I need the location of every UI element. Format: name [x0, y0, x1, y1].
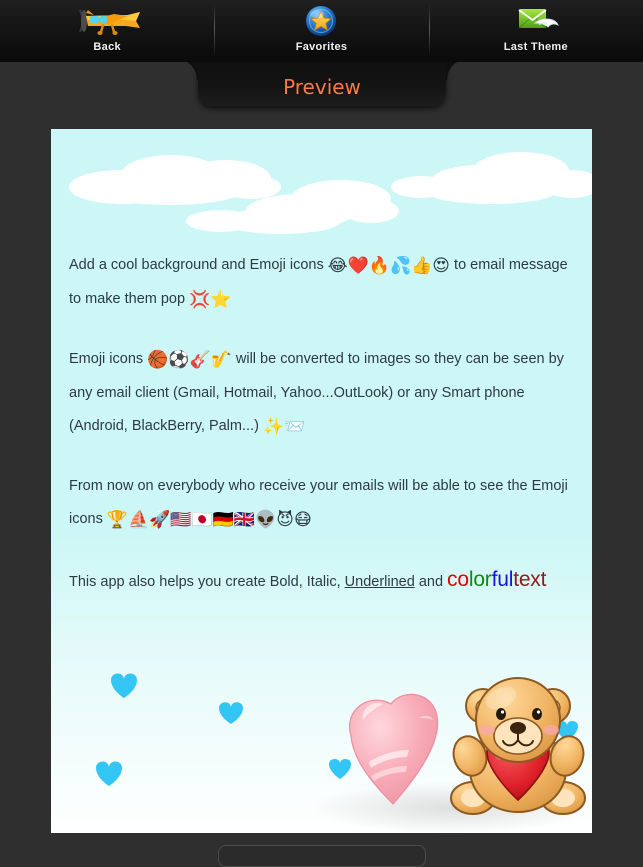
colorful-letter-6: u	[497, 568, 508, 591]
toolbar-item-back[interactable]: Back	[0, 0, 214, 62]
paragraph-4-prefix: This app also helps you create Bold, Ita…	[69, 574, 345, 590]
airplane-icon	[70, 3, 144, 39]
teddy-bear-artwork	[51, 658, 592, 833]
toolbar-item-favorites[interactable]: Favorites	[214, 0, 428, 62]
winged-envelope-icon	[511, 3, 561, 39]
message-paragraph-4: This app also helps you create Bold, Ita…	[69, 563, 574, 599]
toolbar-label-last-theme: Last Theme	[504, 41, 568, 53]
tab-bar: Preview	[0, 62, 643, 110]
colorful-letter-1: o	[457, 568, 468, 591]
bottom-action-bar[interactable]	[218, 845, 426, 867]
email-preview-panel[interactable]: Add a cool background and Emoji icons 😂❤…	[51, 129, 592, 833]
tab-preview[interactable]: Preview	[198, 58, 446, 106]
star-badge-icon	[304, 3, 338, 39]
clouds-decoration	[51, 129, 592, 239]
message-paragraph-2: Emoji icons 🏀⚽🎸🎷 will be converted to im…	[69, 343, 574, 444]
toolbar-label-back: Back	[93, 41, 121, 53]
paragraph-1-emoji-b: 💢⭐	[189, 290, 231, 310]
colorful-letter-0: c	[447, 568, 457, 591]
message-paragraph-3: From now on everybody who receive your e…	[69, 470, 574, 537]
top-toolbar: Back	[0, 0, 643, 62]
paragraph-4-colorful-word: colorful	[447, 568, 513, 591]
paragraph-4-tail: text	[513, 568, 546, 591]
paragraph-1-text-a: Add a cool background and Emoji icons	[69, 257, 328, 273]
email-message-body: Add a cool background and Emoji icons 😂❤…	[51, 249, 592, 599]
colorful-letter-3: o	[473, 568, 484, 591]
paragraph-2-emoji-a: 🏀⚽🎸🎷	[147, 350, 232, 370]
toolbar-label-favorites: Favorites	[296, 41, 348, 53]
colorful-letter-4: r	[485, 568, 492, 591]
toolbar-item-last-theme[interactable]: Last Theme	[429, 0, 643, 62]
paragraph-4-underlined: Underlined	[345, 574, 415, 590]
paragraph-4-middle: and	[415, 574, 447, 590]
paragraph-1-emoji-a: 😂❤️🔥💦👍😍	[328, 256, 450, 276]
paragraph-2-text-a: Emoji icons	[69, 351, 147, 367]
tab-preview-label: Preview	[283, 75, 361, 99]
message-paragraph-1: Add a cool background and Emoji icons 😂❤…	[69, 249, 574, 317]
paragraph-3-emoji-a: 🏆⛵🚀🇺🇸🇯🇵🇩🇪🇬🇧👽😈😷	[107, 510, 312, 530]
paragraph-2-emoji-b: ✨📨	[263, 417, 305, 437]
teddy-bear	[449, 678, 589, 814]
